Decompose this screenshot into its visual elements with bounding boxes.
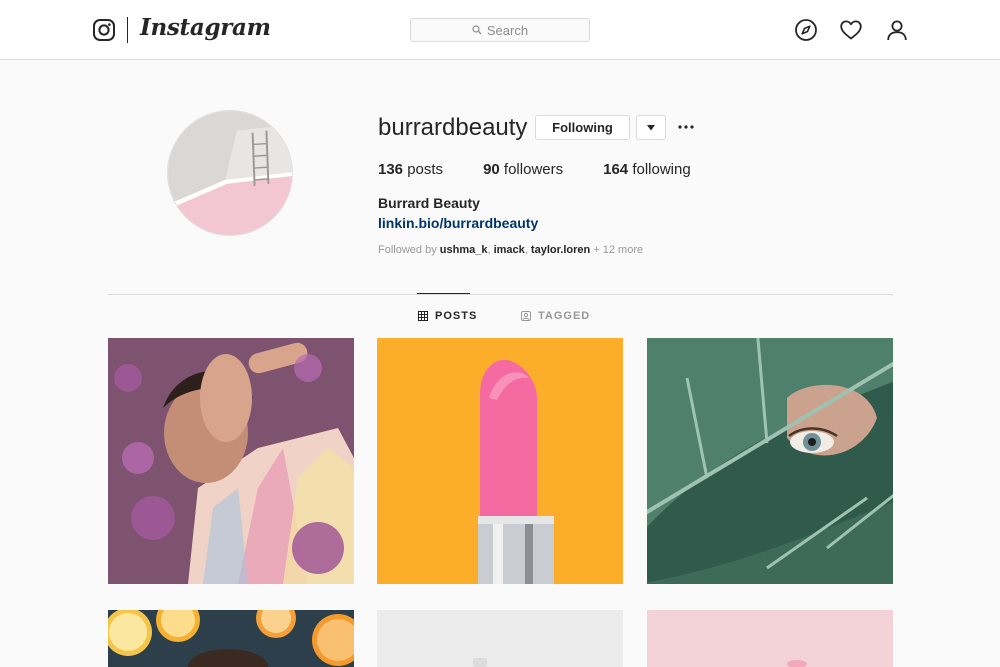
posts-count: 136 bbox=[378, 161, 404, 178]
followed-by-user[interactable]: ushma_k bbox=[440, 244, 488, 256]
followed-by-line: Followed by ushma_k, imack, taylor.loren… bbox=[378, 244, 644, 256]
followers-count: 90 bbox=[483, 161, 500, 178]
post-image-model-flowers bbox=[108, 338, 354, 584]
tab-tagged[interactable]: TAGGED bbox=[521, 310, 590, 322]
posts-stat: 136 posts bbox=[378, 161, 443, 178]
following-label: following bbox=[632, 161, 691, 178]
followed-by-user[interactable]: imack bbox=[494, 244, 525, 256]
search-input[interactable]: Search bbox=[410, 18, 590, 42]
more-options-button[interactable] bbox=[676, 116, 696, 138]
post-thumbnail[interactable] bbox=[108, 338, 354, 584]
search-icon bbox=[472, 25, 482, 35]
search-placeholder: Search bbox=[486, 22, 529, 38]
profile-stats: 136 posts 90 followers 164 following bbox=[378, 161, 731, 178]
bio-link[interactable]: linkin.bio/burrardbeauty bbox=[378, 215, 538, 231]
heart-icon[interactable] bbox=[839, 18, 863, 42]
followers-label: followers bbox=[503, 161, 564, 178]
compass-icon[interactable] bbox=[794, 18, 818, 42]
suggestions-dropdown-button[interactable] bbox=[636, 115, 666, 140]
post-image-white-product bbox=[377, 610, 623, 667]
post-thumbnail[interactable] bbox=[647, 610, 893, 667]
profile-avatar[interactable] bbox=[167, 110, 293, 236]
post-thumbnail[interactable] bbox=[647, 338, 893, 584]
active-tab-indicator bbox=[417, 293, 470, 294]
followed-by-prefix: Followed by bbox=[378, 244, 437, 256]
post-image-citrus bbox=[108, 610, 354, 667]
logo-divider bbox=[127, 17, 128, 43]
following-stat[interactable]: 164 following bbox=[603, 161, 691, 178]
post-image-eye-leaf bbox=[647, 338, 893, 584]
instagram-glyph-icon[interactable] bbox=[93, 19, 115, 41]
tab-tagged-label: TAGGED bbox=[538, 310, 591, 322]
profile-username: burrardbeauty bbox=[378, 114, 528, 141]
following-count: 164 bbox=[603, 161, 629, 178]
followers-stat[interactable]: 90 followers bbox=[483, 161, 563, 178]
following-button[interactable]: Following bbox=[535, 115, 630, 140]
tab-posts[interactable]: POSTS bbox=[418, 310, 477, 322]
post-thumbnail[interactable] bbox=[108, 610, 354, 667]
instagram-wordmark[interactable]: Instagram bbox=[140, 14, 271, 41]
followed-by-user[interactable]: taylor.loren bbox=[531, 244, 590, 256]
ellipsis-icon bbox=[678, 125, 694, 129]
tab-posts-label: POSTS bbox=[435, 310, 478, 322]
posts-label: posts bbox=[407, 161, 444, 178]
post-image-pink-product bbox=[647, 610, 893, 667]
top-navigation-bar: Instagram Search bbox=[0, 0, 1000, 60]
caret-down-icon bbox=[647, 124, 655, 130]
person-icon[interactable] bbox=[885, 18, 909, 42]
post-thumbnail[interactable] bbox=[377, 610, 623, 667]
grid-icon bbox=[418, 311, 428, 321]
avatar-pink-pool-image bbox=[168, 111, 292, 235]
profile-full-name: Burrard Beauty bbox=[378, 195, 480, 211]
tagged-person-icon bbox=[521, 311, 531, 321]
followed-by-more[interactable]: + 12 more bbox=[593, 244, 643, 256]
tabs-divider bbox=[108, 294, 893, 295]
post-thumbnail[interactable] bbox=[377, 338, 623, 584]
post-image-pink-lipstick bbox=[377, 338, 623, 584]
